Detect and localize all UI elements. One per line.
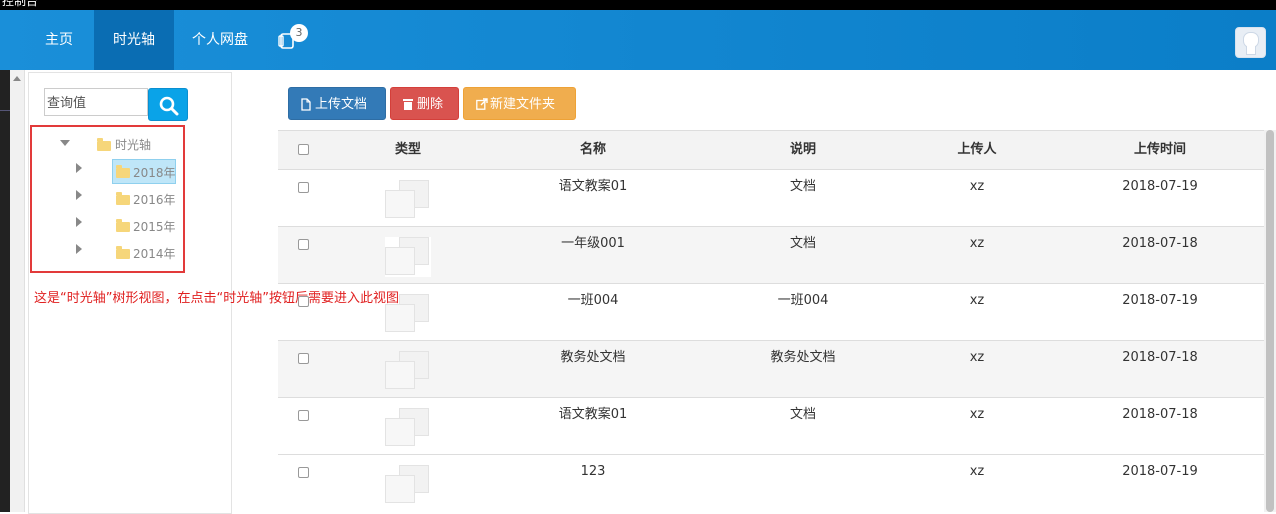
cell-time: 2018-07-18 [1122, 407, 1198, 422]
nav-home[interactable]: 主页 [30, 10, 88, 70]
table-row[interactable]: 一班004 一班004 xz 2018-07-19 [278, 284, 1264, 341]
cell-desc: 一班004 [777, 293, 829, 308]
notification-badge: 3 [290, 24, 308, 42]
nav-timeline[interactable]: 时光轴 [94, 10, 174, 70]
cell-name: 一班004 [567, 293, 619, 308]
column-header-uploader[interactable]: 上传人 [917, 131, 1037, 169]
cell-time: 2018-07-18 [1122, 236, 1198, 251]
share-icon [476, 98, 488, 110]
expand-arrow-icon[interactable] [76, 163, 82, 173]
cell-desc: 文档 [789, 179, 816, 194]
cell-name: 123 [580, 464, 606, 479]
cell-uploader: xz [969, 179, 985, 194]
scroll-up-icon[interactable] [13, 76, 21, 81]
tree-node-2016[interactable]: 2016年 [133, 191, 176, 209]
sidebar-scrollbar[interactable] [10, 70, 25, 512]
document-icon [385, 180, 431, 220]
tree-node-2014[interactable]: 2014年 [133, 245, 176, 263]
expand-arrow-icon[interactable] [76, 217, 82, 227]
expand-arrow-icon[interactable] [76, 244, 82, 254]
tree-node-2015[interactable]: 2015年 [133, 218, 176, 236]
column-header-type[interactable]: 类型 [368, 131, 448, 169]
collapse-arrow-icon[interactable] [60, 140, 70, 146]
cell-name: 语文教案01 [558, 179, 628, 194]
cell-time: 2018-07-19 [1122, 464, 1198, 479]
cell-uploader: xz [969, 236, 985, 251]
nav-personal-drive[interactable]: 个人网盘 [180, 10, 260, 70]
cell-desc: 文档 [789, 407, 816, 422]
folder-icon [116, 219, 130, 232]
cell-uploader: xz [969, 407, 985, 422]
file-icon [301, 98, 311, 111]
delete-button[interactable]: 删除 [390, 87, 459, 120]
column-header-desc[interactable]: 说明 [743, 131, 863, 169]
search-icon [159, 96, 179, 116]
folder-icon [116, 192, 130, 205]
document-icon [385, 294, 431, 334]
avatar[interactable] [1235, 27, 1266, 58]
delete-button-label: 删除 [417, 97, 444, 112]
cell-name: 教务处文档 [560, 350, 626, 365]
table-scrollbar[interactable] [1264, 130, 1276, 512]
row-checkbox[interactable] [298, 182, 309, 193]
cell-time: 2018-07-19 [1122, 179, 1198, 194]
window-title: 控制台 [2, 0, 39, 8]
new-folder-button-label: 新建文件夹 [490, 97, 556, 112]
upload-button[interactable]: 上传文档 [288, 87, 386, 120]
table-row[interactable]: 123 xz 2018-07-19 [278, 455, 1264, 512]
cell-desc: 文档 [789, 236, 816, 251]
row-checkbox[interactable] [298, 467, 309, 478]
document-icon [385, 351, 431, 391]
row-checkbox[interactable] [298, 239, 309, 250]
table-header: 类型 名称 说明 上传人 上传时间 [278, 130, 1264, 170]
document-icon [385, 465, 431, 505]
tree-node-2018[interactable]: 2018年 [133, 164, 176, 182]
trash-icon [403, 99, 413, 110]
top-navbar: 主页 时光轴 个人网盘 3 [0, 10, 1276, 70]
row-checkbox[interactable] [298, 353, 309, 364]
table-row[interactable]: 语文教案01 文档 xz 2018-07-19 [278, 170, 1264, 227]
table-row[interactable]: 语文教案01 文档 xz 2018-07-18 [278, 398, 1264, 455]
left-edge-strip [0, 70, 10, 512]
search-input[interactable] [44, 88, 148, 116]
column-header-name[interactable]: 名称 [533, 131, 653, 169]
cell-uploader: xz [969, 293, 985, 308]
scrollbar-thumb[interactable] [1266, 130, 1274, 512]
cell-uploader: xz [969, 350, 985, 365]
table-row[interactable]: 一年级001 文档 xz 2018-07-18 [278, 227, 1264, 284]
expand-arrow-icon[interactable] [76, 190, 82, 200]
cell-uploader: xz [969, 464, 985, 479]
document-icon [385, 408, 431, 448]
tree-root-label[interactable]: 时光轴 [115, 136, 151, 154]
select-all-checkbox[interactable] [298, 144, 309, 155]
folder-icon [116, 246, 130, 259]
cell-time: 2018-07-19 [1122, 293, 1198, 308]
cell-desc: 教务处文档 [770, 350, 836, 365]
cell-name: 一年级001 [561, 236, 625, 251]
new-folder-button[interactable]: 新建文件夹 [463, 87, 576, 120]
document-icon [385, 237, 431, 277]
table-row[interactable]: 教务处文档 教务处文档 xz 2018-07-18 [278, 341, 1264, 398]
folder-icon [97, 138, 111, 151]
cell-time: 2018-07-18 [1122, 350, 1198, 365]
search-button[interactable] [148, 88, 188, 121]
row-checkbox[interactable] [298, 410, 309, 421]
upload-button-label: 上传文档 [315, 97, 368, 112]
column-header-time[interactable]: 上传时间 [1100, 131, 1220, 169]
folder-icon [116, 165, 130, 178]
cell-name: 语文教案01 [558, 407, 628, 422]
row-checkbox[interactable] [298, 296, 309, 307]
window-titlebar: 控制台 [0, 0, 1276, 10]
